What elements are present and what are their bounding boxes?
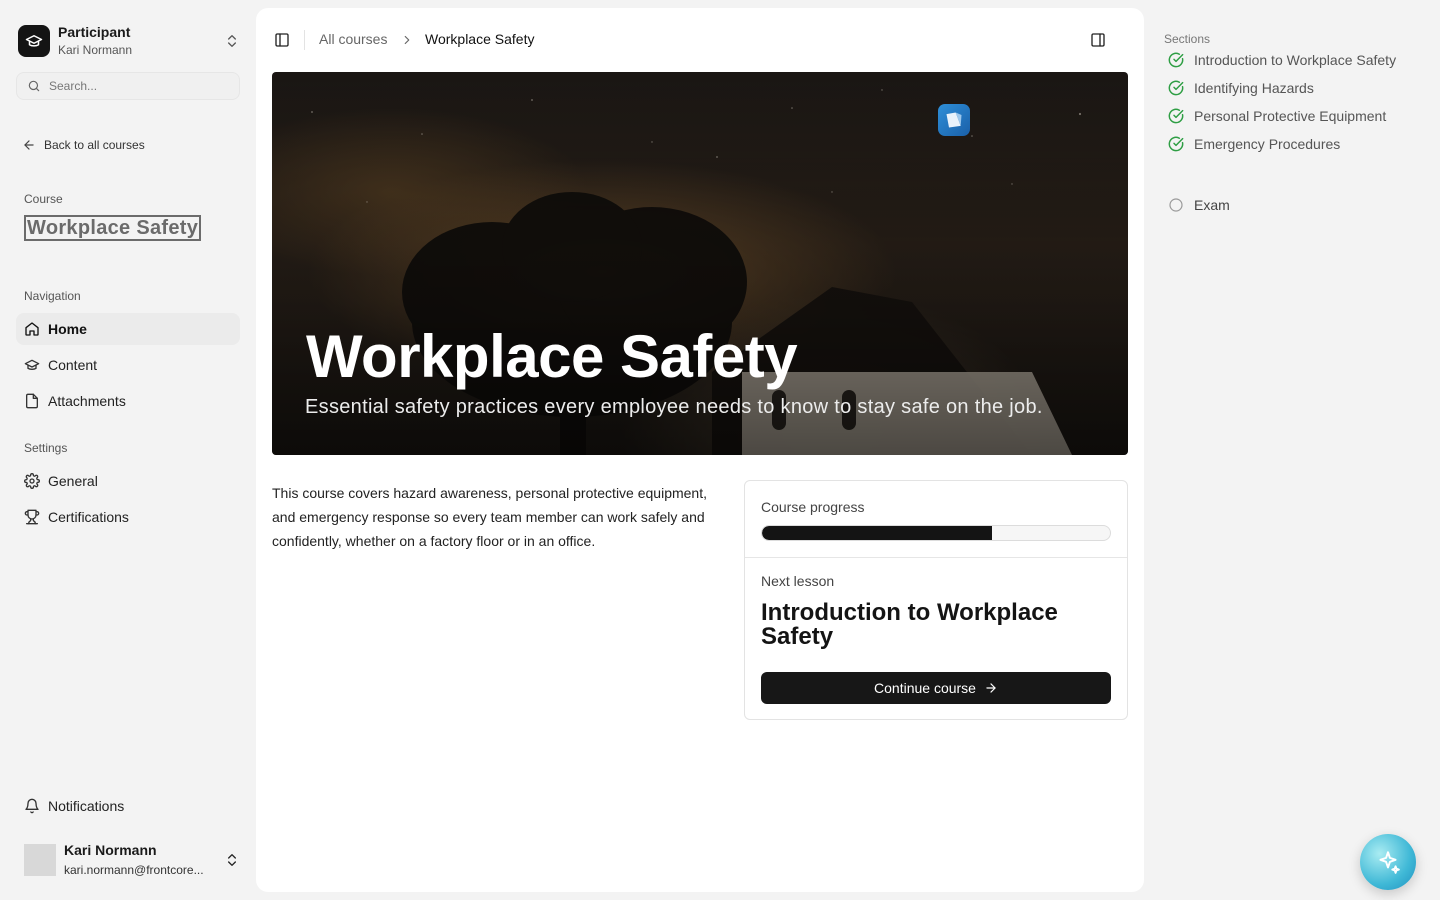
- navigation-label: Navigation: [24, 289, 81, 303]
- user-email: kari.normann@frontcore...: [64, 862, 204, 877]
- toggle-sidebar-button[interactable]: [268, 26, 296, 54]
- chevron-right-icon: [400, 33, 414, 47]
- check-circle-icon: [1168, 108, 1184, 124]
- arrow-left-icon: [22, 138, 36, 152]
- gear-icon: [24, 473, 40, 489]
- breadcrumb-current: Workplace Safety: [425, 31, 535, 47]
- section-item-label: Personal Protective Equipment: [1194, 108, 1387, 124]
- nav-item-content[interactable]: Content: [16, 349, 240, 381]
- course-progress-fill: [762, 526, 992, 540]
- nav-item-label: Content: [48, 357, 98, 373]
- nav-item-general[interactable]: General: [16, 465, 240, 497]
- search-box[interactable]: [16, 72, 240, 100]
- settings-label: Settings: [24, 441, 68, 455]
- circle-icon: [1169, 198, 1183, 212]
- nav-item-label: Notifications: [48, 798, 125, 814]
- nav-item-notifications[interactable]: Notifications: [16, 790, 240, 822]
- section-item[interactable]: Identifying Hazards: [1168, 80, 1314, 96]
- section-item[interactable]: Emergency Procedures: [1168, 136, 1340, 152]
- sidebar: Participant Kari Normann Back to all cou…: [0, 0, 256, 900]
- check-circle-icon: [1168, 52, 1184, 68]
- user-menu[interactable]: Kari Normann kari.normann@frontcore...: [24, 838, 240, 882]
- role-switcher[interactable]: Participant Kari Normann: [18, 24, 240, 58]
- next-lesson-title: Introduction to Workplace Safety: [761, 599, 1058, 650]
- breadcrumb-all-courses[interactable]: All courses: [319, 31, 387, 47]
- back-link-label: Back to all courses: [44, 138, 145, 152]
- next-lesson-label: Next lesson: [761, 573, 835, 589]
- nav-item-label: Attachments: [48, 393, 126, 409]
- home-icon: [24, 321, 40, 337]
- bell-icon: [24, 798, 40, 814]
- trophy-icon: [24, 509, 40, 525]
- section-item-label: Introduction to Workplace Safety: [1194, 52, 1397, 68]
- back-to-courses-link[interactable]: Back to all courses: [22, 138, 145, 152]
- search-input[interactable]: [49, 79, 229, 93]
- sections-panel: Sections Introduction to Workplace Safet…: [1164, 32, 1434, 213]
- nav-item-label: Certifications: [48, 509, 129, 525]
- section-item[interactable]: Personal Protective Equipment: [1168, 108, 1386, 124]
- arrow-right-icon: [986, 683, 996, 693]
- card-divider: [745, 557, 1127, 558]
- toggle-right-panel-button[interactable]: [1084, 26, 1112, 54]
- continue-course-label: Continue course: [874, 680, 976, 696]
- role-title: Participant: [58, 24, 131, 41]
- hero-subtitle: Essential safety practices every employe…: [305, 396, 1043, 418]
- file-icon: [24, 393, 40, 409]
- graduation-cap-icon: [24, 357, 40, 373]
- course-description: This course covers hazard awareness, per…: [272, 485, 707, 549]
- section-item[interactable]: Introduction to Workplace Safety: [1168, 52, 1396, 68]
- nav-item-label: General: [48, 473, 98, 489]
- role-subtitle: Kari Normann: [58, 43, 133, 58]
- section-item-label: Identifying Hazards: [1194, 80, 1314, 96]
- ai-assistant-button[interactable]: [1360, 834, 1416, 890]
- search-icon: [27, 79, 41, 93]
- course-hero: Workplace Safety Essential safety practi…: [272, 72, 1128, 455]
- continue-course-button[interactable]: Continue course: [761, 672, 1111, 704]
- panel-left-icon: [274, 32, 290, 48]
- section-item-label: Exam: [1194, 197, 1230, 213]
- course-progress-label: Course progress: [761, 499, 865, 515]
- check-circle-icon: [1168, 136, 1184, 152]
- sections-label: Sections: [1164, 32, 1211, 46]
- avatar: [24, 844, 56, 876]
- check-circle-icon: [1168, 80, 1184, 96]
- toolbar-divider: [304, 30, 305, 50]
- course-label: Course: [24, 192, 63, 206]
- course-title: Workplace Safety: [24, 215, 202, 241]
- user-text: Kari Normann kari.normann@frontcore...: [64, 842, 224, 878]
- hero-title: Workplace Safety: [306, 323, 798, 390]
- course-progress-bar: [761, 525, 1111, 541]
- panel-right-icon: [1090, 32, 1106, 48]
- nav-item-certifications[interactable]: Certifications: [16, 501, 240, 533]
- user-name: Kari Normann: [64, 842, 157, 859]
- role-text: Participant Kari Normann: [58, 24, 224, 57]
- toolbar: All courses Workplace Safety: [256, 8, 1144, 72]
- section-item-label: Emergency Procedures: [1194, 136, 1341, 152]
- nav-item-attachments[interactable]: Attachments: [16, 385, 240, 417]
- sparkles-icon: [1379, 851, 1400, 874]
- section-item-exam[interactable]: Exam: [1168, 197, 1230, 213]
- progress-card: Course progress Next lesson Introduction…: [744, 480, 1128, 720]
- graduation-cap-icon: [18, 25, 50, 57]
- nav-item-home[interactable]: Home: [16, 313, 240, 345]
- main-panel: All courses Workplace Safety Workplace S…: [256, 8, 1144, 892]
- chevrons-up-down-icon: [224, 33, 240, 49]
- chevrons-up-down-icon: [224, 852, 240, 868]
- app-logo-icon: [938, 104, 970, 136]
- nav-item-label: Home: [48, 321, 87, 337]
